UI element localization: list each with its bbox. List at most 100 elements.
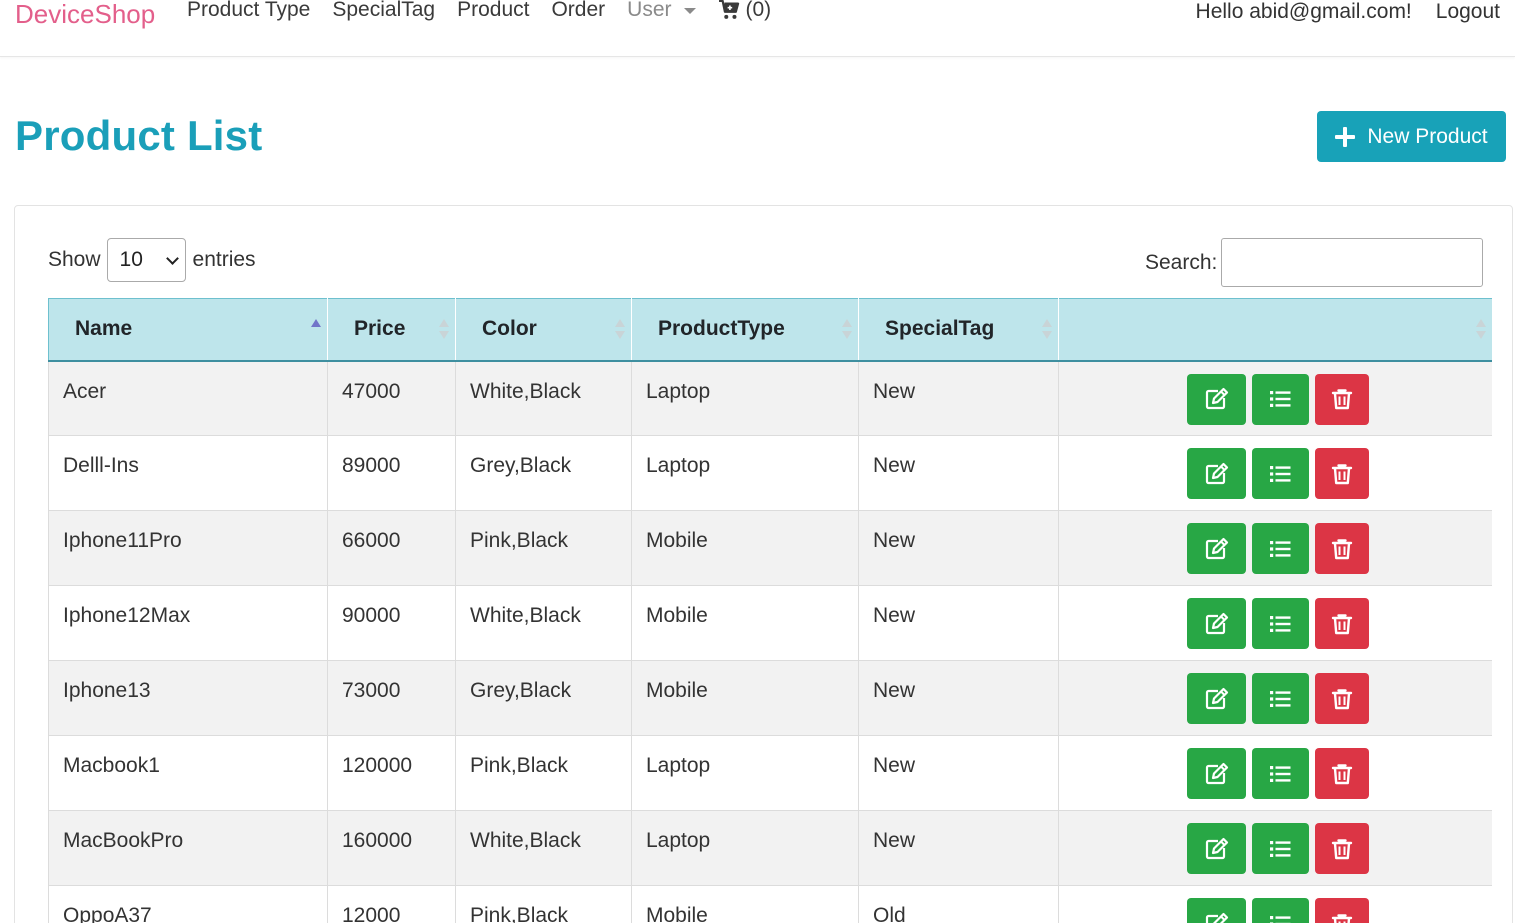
details-button[interactable] <box>1251 748 1309 799</box>
chevron-down-icon <box>165 251 179 265</box>
details-button[interactable] <box>1251 523 1309 574</box>
cell-price: 12000 <box>327 885 456 923</box>
table-row: Macbook1 120000 Pink,Black Laptop New <box>48 735 1492 811</box>
edit-button[interactable] <box>1186 373 1246 425</box>
column-header-product-type[interactable]: ProductType <box>631 298 859 362</box>
details-button[interactable] <box>1251 448 1309 499</box>
table-header-row: Name Price Color ProductType SpecialTag <box>48 298 1492 362</box>
details-button[interactable] <box>1251 373 1309 425</box>
row-action-group <box>1059 823 1492 874</box>
column-header-price[interactable]: Price <box>327 298 456 362</box>
edit-icon <box>1205 837 1229 859</box>
nav-link-special-tag[interactable]: SpecialTag <box>332 0 435 22</box>
product-table-wrapper: Name Price Color ProductType SpecialTag … <box>48 298 1492 923</box>
row-action-group <box>1059 523 1492 574</box>
column-header-actions[interactable] <box>1058 298 1492 362</box>
sort-icon <box>1476 319 1486 339</box>
column-header-name[interactable]: Name <box>48 298 328 362</box>
row-action-group <box>1059 748 1492 799</box>
logout-link[interactable]: Logout <box>1436 0 1500 24</box>
product-table: Name Price Color ProductType SpecialTag … <box>48 298 1492 923</box>
list-icon <box>1270 465 1291 482</box>
cell-name: OppoA37 <box>48 885 328 923</box>
brand-logo[interactable]: DeviceShop <box>15 0 155 30</box>
cell-special-tag: New <box>858 735 1059 811</box>
user-dropdown-label: User <box>627 0 672 21</box>
nav-link-product-type[interactable]: Product Type <box>187 0 310 22</box>
table-row: Delll-Ins 89000 Grey,Black Laptop New <box>48 435 1492 511</box>
column-header-special-tag[interactable]: SpecialTag <box>858 298 1059 362</box>
entries-select[interactable]: 10 <box>106 238 186 282</box>
column-header-label: ProductType <box>658 317 785 341</box>
cell-product-type: Mobile <box>631 660 859 736</box>
show-label: Show <box>48 248 101 271</box>
user-greeting[interactable]: Hello abid@gmail.com! <box>1196 0 1412 24</box>
search-input[interactable] <box>1221 238 1484 287</box>
delete-button[interactable] <box>1314 448 1369 499</box>
list-icon <box>1270 690 1291 707</box>
nav-link-product[interactable]: Product <box>457 0 529 22</box>
delete-button[interactable] <box>1314 598 1369 649</box>
table-search: Search: <box>1145 238 1484 287</box>
trash-icon <box>1331 838 1352 859</box>
delete-button[interactable] <box>1314 823 1369 874</box>
cell-color: Pink,Black <box>455 885 632 923</box>
list-icon <box>1270 391 1291 407</box>
row-action-group <box>1059 598 1492 649</box>
user-dropdown[interactable]: User <box>627 0 696 22</box>
cart-count: (0) <box>745 0 772 21</box>
details-button[interactable] <box>1251 898 1309 923</box>
list-icon <box>1270 540 1291 557</box>
cell-special-tag: Old <box>858 885 1059 923</box>
column-header-color[interactable]: Color <box>455 298 632 362</box>
details-button[interactable] <box>1251 823 1309 874</box>
cell-name: Delll-Ins <box>48 435 328 511</box>
search-label: Search: <box>1145 250 1218 274</box>
cell-price: 73000 <box>327 660 456 736</box>
edit-icon <box>1205 762 1229 784</box>
sort-icon <box>1042 319 1052 339</box>
column-header-label: Name <box>75 317 133 341</box>
delete-button[interactable] <box>1314 673 1369 724</box>
edit-button[interactable] <box>1186 898 1246 923</box>
nav-link-order[interactable]: Order <box>551 0 605 22</box>
delete-button[interactable] <box>1314 523 1369 574</box>
cell-product-type: Laptop <box>631 735 859 811</box>
details-button[interactable] <box>1251 673 1309 724</box>
cell-name: Acer <box>48 360 328 436</box>
edit-button[interactable] <box>1186 523 1246 574</box>
cell-special-tag: New <box>858 435 1059 511</box>
entries-label: entries <box>192 248 256 271</box>
list-icon <box>1270 765 1291 782</box>
entries-select-value: 10 <box>119 248 143 271</box>
cell-special-tag: New <box>858 810 1059 886</box>
nav-right: Hello abid@gmail.com! Logout <box>1172 0 1500 24</box>
cell-product-type: Mobile <box>631 510 859 586</box>
cell-price: 160000 <box>327 810 456 886</box>
page-title: Product List <box>15 112 263 159</box>
edit-icon <box>1205 612 1229 634</box>
edit-button[interactable] <box>1186 823 1246 874</box>
cart-link[interactable]: (0) <box>718 0 772 22</box>
cell-actions <box>1058 360 1492 436</box>
edit-button[interactable] <box>1186 598 1246 649</box>
edit-icon <box>1205 687 1229 709</box>
edit-button[interactable] <box>1186 448 1246 499</box>
delete-button[interactable] <box>1314 898 1369 923</box>
delete-button[interactable] <box>1314 748 1369 799</box>
details-button[interactable] <box>1251 598 1309 649</box>
cell-special-tag: New <box>858 360 1059 436</box>
trash-icon <box>1331 389 1352 410</box>
cell-name: MacBookPro <box>48 810 328 886</box>
cell-special-tag: New <box>858 660 1059 736</box>
edit-button[interactable] <box>1186 748 1246 799</box>
top-navbar: DeviceShop Product Type SpecialTag Produ… <box>0 0 1515 57</box>
new-product-button[interactable]: New Product <box>1317 111 1506 162</box>
cell-name: Iphone11Pro <box>48 510 328 586</box>
edit-icon <box>1205 537 1229 559</box>
delete-button[interactable] <box>1314 373 1369 425</box>
trash-icon <box>1331 763 1352 784</box>
edit-button[interactable] <box>1186 673 1246 724</box>
cell-price: 47000 <box>327 360 456 436</box>
nav-links: Product Type SpecialTag Product Order Us… <box>187 0 771 22</box>
